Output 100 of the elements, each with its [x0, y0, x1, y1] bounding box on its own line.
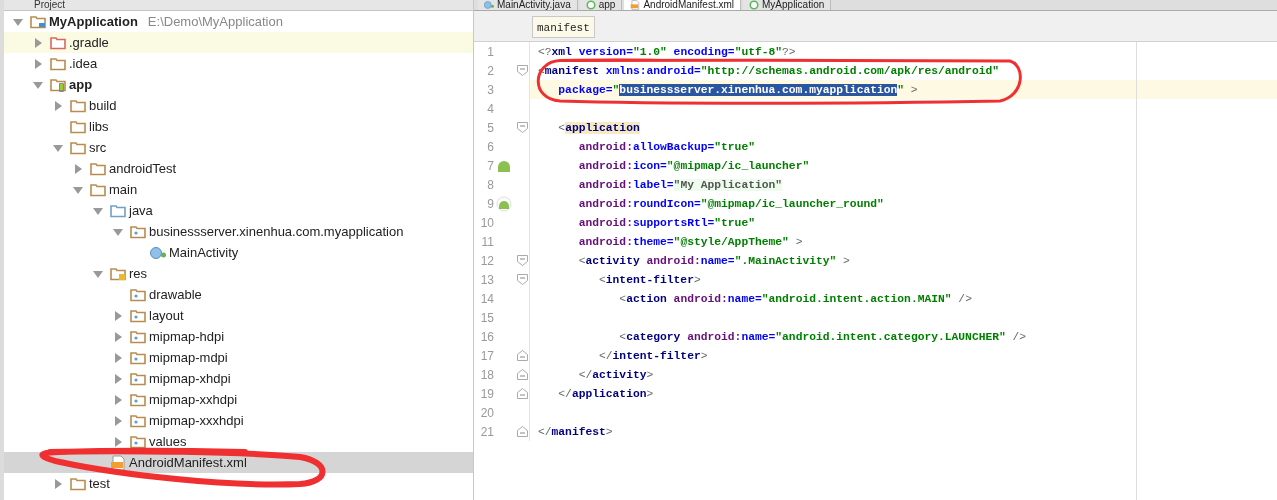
tree-item[interactable]: app: [4, 74, 473, 95]
expand-arrow-icon[interactable]: [33, 58, 43, 69]
package-folder-icon: [130, 286, 146, 303]
line-number: 9: [486, 196, 494, 211]
folder-icon: [90, 181, 106, 198]
fold-marker-icon[interactable]: [516, 369, 528, 380]
line-number: 4: [486, 101, 494, 116]
collapse-arrow-icon[interactable]: [73, 184, 83, 195]
folder-icon: [70, 97, 86, 114]
collapse-arrow-icon[interactable]: [113, 226, 123, 237]
code-line: <action android:name="android.intent.action.MAIN" />: [618, 292, 972, 305]
collapse-arrow-icon[interactable]: [93, 268, 103, 279]
item-label: libs: [89, 119, 109, 134]
tree-item[interactable]: mipmap-hdpi: [4, 326, 473, 347]
line-number: 2: [486, 63, 494, 78]
fold-marker-icon[interactable]: [516, 426, 528, 437]
tree-item[interactable]: java: [4, 200, 473, 221]
tree-item[interactable]: res: [4, 263, 473, 284]
package-folder-icon: [130, 391, 146, 408]
fold-marker-icon[interactable]: [516, 255, 528, 266]
expand-arrow-icon[interactable]: [53, 478, 63, 489]
item-label: java: [129, 203, 153, 218]
fold-marker-icon[interactable]: [516, 122, 528, 133]
tree-item[interactable]: mipmap-mdpi: [4, 347, 473, 368]
code-line: android:roundIcon="@mipmap/ic_launcher_round": [577, 197, 884, 210]
expand-arrow-icon[interactable]: [113, 310, 123, 321]
tree-item[interactable]: androidTest: [4, 158, 473, 179]
tree-item[interactable]: src: [4, 137, 473, 158]
xml-file-icon: [110, 454, 126, 471]
code-line: android:theme="@style/AppTheme" >: [577, 235, 803, 248]
editor-tab[interactable]: MyApplication: [743, 0, 832, 10]
tree-item[interactable]: MainActivity: [4, 242, 473, 263]
code-line: <application: [557, 121, 640, 134]
project-path: E:\Demo\MyApplication: [147, 14, 283, 29]
tree-item[interactable]: main: [4, 179, 473, 200]
code-line: android:icon="@mipmap/ic_launcher": [577, 159, 810, 172]
expand-arrow-icon[interactable]: [113, 436, 123, 447]
collapse-arrow-icon[interactable]: [13, 16, 23, 27]
tree-item[interactable]: layout: [4, 305, 473, 326]
module-folder-icon: [50, 76, 66, 93]
line-number: 6: [486, 139, 494, 154]
tree-item[interactable]: .gradle: [4, 32, 473, 53]
expand-arrow-icon[interactable]: [113, 415, 123, 426]
expand-arrow-icon[interactable]: [113, 373, 123, 384]
tree-item[interactable]: businessserver.xinenhua.com.myapplication: [4, 221, 473, 242]
tree-item[interactable]: libs: [4, 116, 473, 137]
tree-item[interactable]: values: [4, 431, 473, 452]
line-number: 21: [479, 424, 494, 439]
item-label: mipmap-hdpi: [149, 329, 225, 344]
line-number: 10: [479, 215, 494, 230]
code-line: <intent-filter>: [598, 273, 701, 286]
item-label: businessserver.xinenhua.com.myapplication: [149, 224, 404, 239]
line-number: 13: [479, 272, 494, 287]
expand-arrow-icon[interactable]: [53, 100, 63, 111]
expand-arrow-icon[interactable]: [113, 394, 123, 405]
line-number: 12: [479, 253, 494, 268]
line-number: 8: [486, 177, 494, 192]
item-label: MyApplication: [49, 14, 138, 29]
item-label: build: [89, 98, 117, 113]
expand-arrow-icon[interactable]: [113, 331, 123, 342]
package-folder-icon: [130, 307, 146, 324]
item-label: main: [109, 182, 138, 197]
package-folder-icon: [130, 433, 146, 450]
editor-tab[interactable]: AndroidManifest.xml: [624, 0, 741, 10]
item-label: androidTest: [109, 161, 177, 176]
collapse-arrow-icon[interactable]: [53, 142, 63, 153]
module-folder-icon: [30, 13, 46, 30]
expand-arrow-icon[interactable]: [113, 352, 123, 363]
tree-item[interactable]: MyApplication E:\Demo\MyApplication: [4, 11, 473, 32]
panel-title: Project: [34, 0, 66, 9]
tree-item[interactable]: mipmap-xhdpi: [4, 368, 473, 389]
tree-item[interactable]: test: [4, 473, 473, 494]
fold-marker-icon[interactable]: [516, 65, 528, 76]
fold-marker-icon[interactable]: [516, 350, 528, 361]
collapse-arrow-icon[interactable]: [93, 205, 103, 216]
code-line: </manifest>: [537, 425, 613, 438]
item-label: src: [89, 140, 107, 155]
code-line: <category android:name="android.intent.category.LAUNCHER" />: [618, 330, 1027, 343]
tree-item[interactable]: .idea: [4, 53, 473, 74]
item-label: .gradle: [69, 35, 109, 50]
expand-arrow-icon[interactable]: [73, 163, 83, 174]
code-line: </application>: [557, 387, 654, 400]
code-line: android:label="My Application": [577, 178, 783, 191]
line-number: 5: [486, 120, 494, 135]
expand-arrow-icon[interactable]: [33, 37, 43, 48]
line-number: 18: [479, 367, 494, 382]
editor-tab[interactable]: app: [579, 0, 623, 10]
fold-marker-icon[interactable]: [516, 388, 528, 399]
item-label: mipmap-xhdpi: [149, 371, 231, 386]
tree-item[interactable]: mipmap-xxxhdpi: [4, 410, 473, 431]
tree-item[interactable]: mipmap-xxhdpi: [4, 389, 473, 410]
editor-tab[interactable]: MainActivity.java: [478, 0, 578, 10]
fold-marker-icon[interactable]: [516, 274, 528, 285]
breadcrumb[interactable]: manifest: [532, 16, 595, 38]
item-label: app: [69, 77, 93, 92]
code-line: </intent-filter>: [598, 349, 708, 362]
collapse-arrow-icon[interactable]: [33, 79, 43, 90]
tree-item[interactable]: drawable: [4, 284, 473, 305]
line-number: 14: [479, 291, 494, 306]
tree-item[interactable]: build: [4, 95, 473, 116]
